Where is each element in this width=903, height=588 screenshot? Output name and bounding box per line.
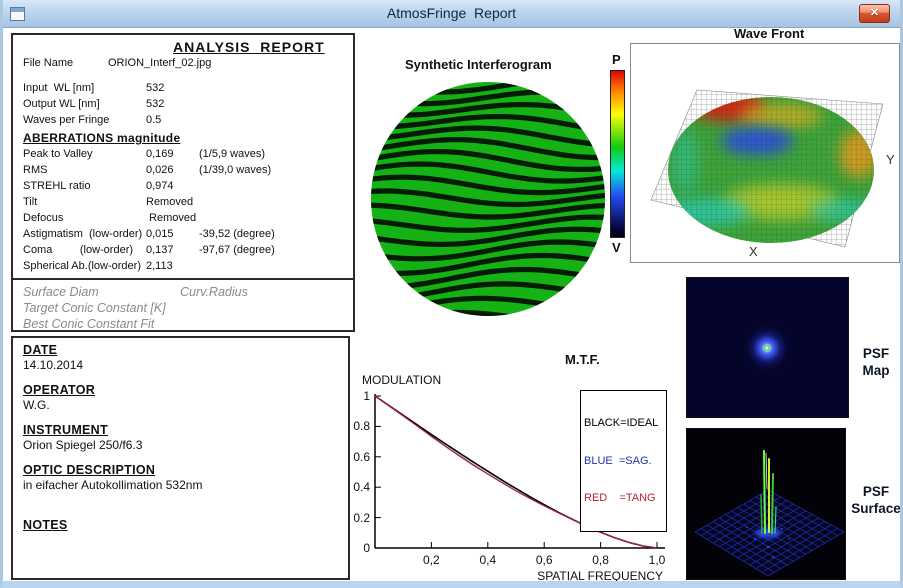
mtf-ytick: 1: [363, 389, 370, 403]
mtf-legend-sag: BLUE =SAG.: [584, 454, 652, 467]
mtf-ytick: 0.6: [353, 450, 370, 464]
waves-per-fringe-value: 0.5: [146, 114, 162, 126]
param-row: Waves per Fringe 0.5: [13, 114, 353, 129]
waves-per-fringe-label: Waves per Fringe: [23, 114, 110, 126]
aberrations-heading: ABERRATIONS magnitude: [23, 131, 181, 145]
notes-heading: NOTES: [23, 518, 68, 532]
rms-label: RMS: [23, 164, 48, 176]
interferogram-title: Synthetic Interferogram: [405, 57, 552, 72]
coma-value: 0,137: [146, 244, 174, 256]
wavefront-x-axis-label: X: [749, 244, 758, 259]
rms-value: 0,026: [146, 164, 174, 176]
mtf-xtick: 1,0: [649, 553, 666, 567]
output-wl-label: Output WL [nm]: [23, 98, 100, 110]
mtf-legend-tang: RED =TANG: [584, 492, 656, 504]
surface-diam-label: Surface Diam: [23, 285, 99, 299]
input-wl-label: Input WL [nm]: [23, 82, 95, 94]
aberration-row: STREHL ratio 0,974: [13, 180, 353, 195]
window-title: AtmosFringe Report: [386, 5, 517, 21]
wavefront-title: Wave Front: [734, 26, 805, 41]
best-conic-label: Best Conic Constant Fit: [23, 317, 155, 331]
mtf-ytick: 0.8: [353, 419, 370, 433]
info-panel: DATE 14.10.2014 OPERATOR W.G. INSTRUMENT…: [11, 336, 350, 580]
date-value: 14.10.2014: [23, 358, 84, 372]
psf-map-canvas: [686, 277, 849, 418]
astigmatism-value: 0,015: [146, 228, 174, 240]
coma-extra: -97,67 (degree): [199, 244, 275, 256]
aberration-row: RMS 0,026 (1/39,0 waves): [13, 164, 353, 179]
aberration-row: Coma (low-order) 0,137 -97,67 (degree): [13, 244, 353, 259]
tilt-label: Tilt: [23, 196, 38, 208]
mtf-x-axis-label: SPATIAL FREQUENCY: [537, 569, 663, 583]
p2v-extra: (1/5,9 waves): [199, 148, 266, 160]
mtf-ytick: 0.2: [353, 511, 370, 525]
param-row: Input WL [nm] 532: [13, 82, 353, 97]
instrument-value: Orion Spiegel 250/f6.3: [23, 438, 143, 452]
mtf-chart: M.T.F. MODULATION 1 0.8 0.6 0.4 0.2 0 0,…: [353, 348, 685, 583]
file-name-value: ORION_Interf_02.jpg: [108, 57, 212, 69]
strehl-value: 0,974: [146, 180, 174, 192]
defocus-value: Removed: [146, 212, 197, 224]
tilt-value: Removed: [146, 196, 194, 208]
mtf-xtick: 0,6: [536, 553, 553, 567]
output-wl-value: 532: [146, 98, 165, 110]
operator-heading: OPERATOR: [23, 383, 96, 397]
title-bar[interactable]: AtmosFringe Report ✕: [3, 0, 900, 28]
analysis-report-panel: ANALYSIS REPORT File Name ORION_Interf_0…: [11, 33, 355, 332]
wavefront-colorbar: [610, 70, 625, 238]
defocus-label: Defocus: [23, 212, 64, 224]
divider: [13, 278, 353, 280]
psf-surface-label: PSF Surface: [851, 484, 901, 516]
psf-surface-canvas: [686, 428, 846, 580]
astigmatism-label: Astigmatism (low-order): [23, 228, 143, 240]
aberration-row: Astigmatism (low-order) 0,015 -39,52 (de…: [13, 228, 353, 243]
wavefront-canvas: X Y: [630, 43, 900, 263]
mtf-xtick: 0,8: [592, 553, 609, 567]
colorbar-valley-label: V: [612, 240, 621, 255]
atmosfringe-report-window: AtmosFringe Report ✕ ANALYSIS REPORT Fil…: [0, 0, 903, 588]
mtf-legend-ideal: BLACK=IDEAL: [584, 417, 659, 429]
date-heading: DATE: [23, 343, 58, 357]
aberration-row: Spherical Ab.(low-order) 2,113: [13, 260, 353, 275]
instrument-heading: INSTRUMENT: [23, 423, 108, 437]
file-name-row: File Name ORION_Interf_02.jpg: [13, 57, 353, 72]
mtf-title: M.T.F.: [565, 352, 600, 367]
psf-map-label: PSF Map: [862, 346, 890, 378]
mtf-ytick: 0: [363, 541, 370, 555]
spherical-label: Spherical Ab.(low-order): [23, 260, 141, 272]
report-title: ANALYSIS REPORT: [173, 39, 325, 55]
p2v-value: 0,169: [146, 148, 174, 160]
input-wl-value: 532: [146, 82, 165, 94]
close-button[interactable]: ✕: [859, 4, 890, 23]
aberration-row: Defocus Removed: [13, 212, 353, 227]
mtf-xtick: 0,4: [479, 553, 496, 567]
aberration-row: Peak to Valley 0,169 (1/5,9 waves): [13, 148, 353, 163]
file-name-label: File Name: [23, 57, 74, 69]
wavefront-y-axis-label: Y: [886, 152, 895, 167]
mtf-ytick: 0.4: [353, 480, 370, 494]
rms-extra: (1/39,0 waves): [199, 164, 272, 176]
param-row: Output WL [nm] 532: [13, 98, 353, 113]
target-conic-label: Target Conic Constant [K]: [23, 301, 166, 315]
optic-description-heading: OPTIC DESCRIPTION: [23, 463, 156, 477]
coma-label: Coma (low-order): [23, 244, 134, 256]
interferogram-canvas: [370, 81, 606, 317]
p2v-label: Peak to Valley: [23, 148, 93, 160]
strehl-label: STREHL ratio: [23, 180, 91, 192]
colorbar-peak-label: P: [612, 52, 621, 67]
spherical-value: 2,113: [146, 260, 173, 272]
mtf-xtick: 0,2: [423, 553, 440, 567]
mtf-legend: BLACK=IDEAL BLUE =SAG. RED =TANG: [580, 390, 667, 532]
curv-radius-label: Curv.Radius: [180, 285, 248, 299]
mtf-y-axis-label: MODULATION: [362, 373, 442, 387]
operator-value: W.G.: [23, 398, 50, 412]
aberration-row: Tilt Removed: [13, 196, 353, 211]
astigmatism-extra: -39,52 (degree): [199, 228, 275, 240]
optic-description-value: in eifacher Autokollimation 532nm: [23, 478, 203, 492]
